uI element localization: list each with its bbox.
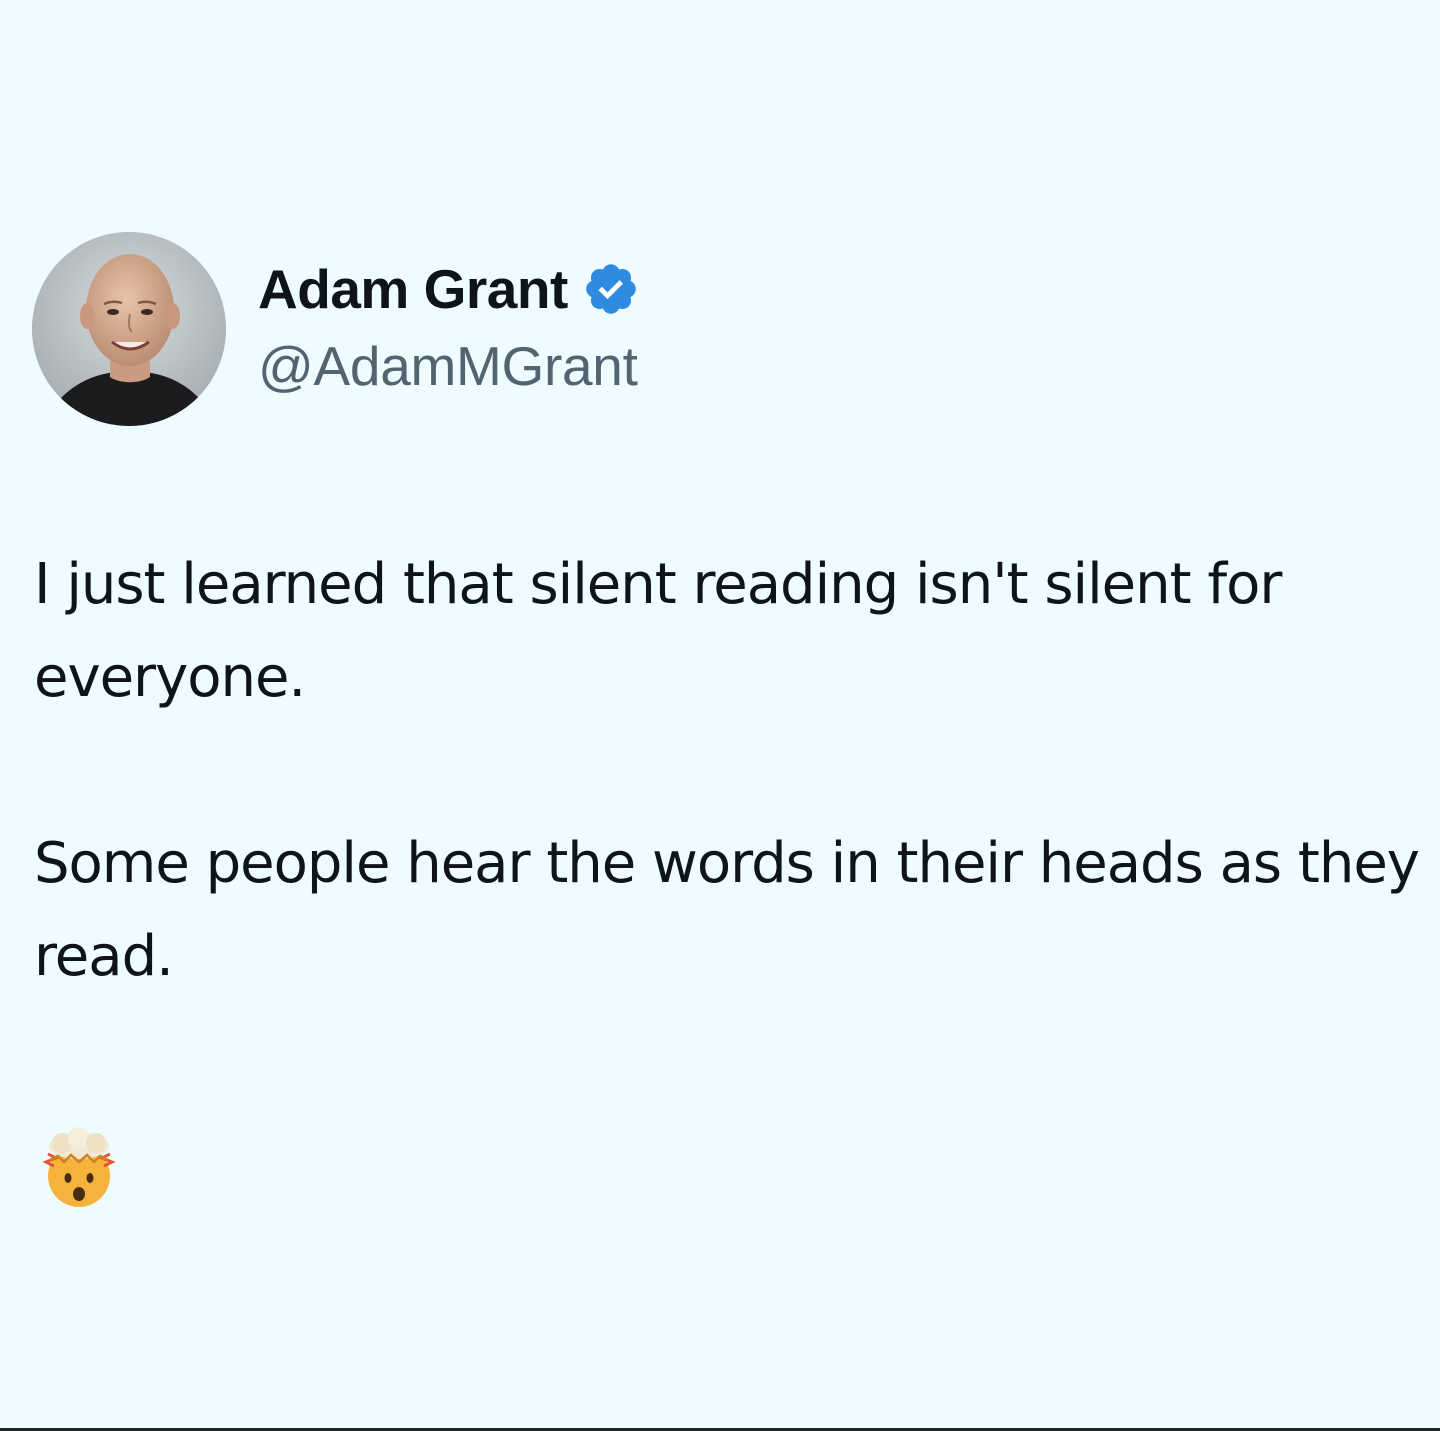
tweet-body: I just learned that silent reading isn't… [34,538,1429,1003]
tweet-paragraph: Some people hear the words in their head… [34,831,1420,989]
author-name-row: Adam Grant [258,254,640,324]
tweet-card: Adam Grant @AdamMGrant I just learned th… [0,0,1440,1431]
verified-badge-icon [582,260,640,318]
profile-photo-icon [32,232,226,426]
author-handle[interactable]: @AdamMGrant [258,334,638,398]
exploding-head-emoji-icon [36,1124,122,1210]
avatar[interactable] [32,232,226,426]
author-name[interactable]: Adam Grant [258,257,568,321]
tweet-paragraph: I just learned that silent reading isn't… [34,552,1282,710]
